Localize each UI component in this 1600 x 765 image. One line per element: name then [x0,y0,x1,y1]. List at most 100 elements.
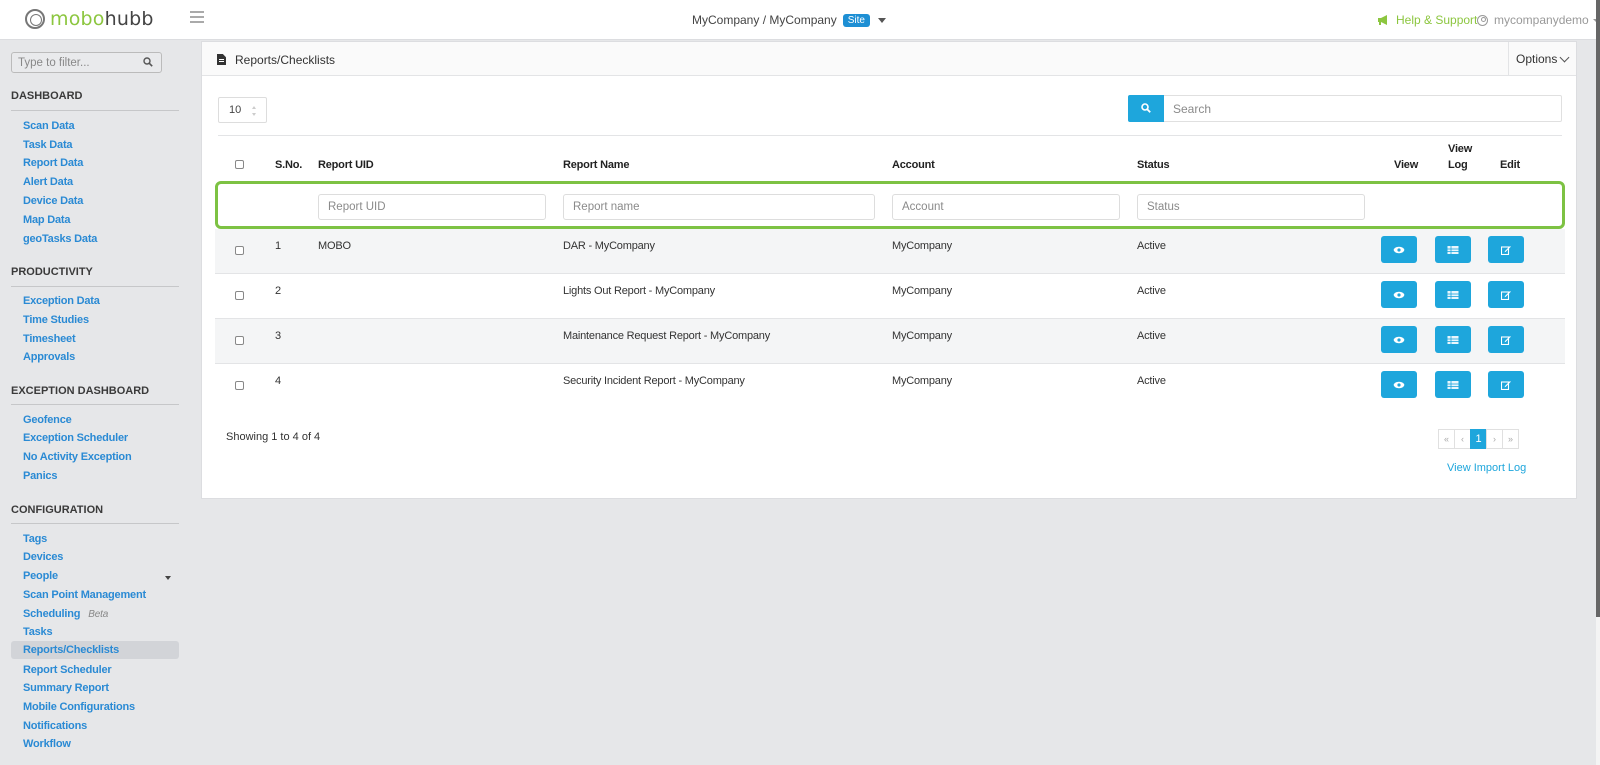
report-name-filter[interactable] [563,194,875,220]
view-log-button[interactable] [1435,236,1471,263]
pagination-next[interactable]: › [1486,429,1503,449]
logo[interactable]: mobo hubb [25,8,154,30]
sidebar-item-scan-data[interactable]: Scan Data [23,120,75,132]
page-length-select[interactable]: 10 [218,97,267,123]
sidebar-item-geofence[interactable]: Geofence [23,414,72,426]
view-button[interactable] [1381,236,1417,263]
cell-sno: 4 [275,375,281,387]
options-dropdown[interactable]: Options [1508,42,1576,75]
report-uid-filter[interactable] [318,194,546,220]
sidebar-item-alert-data[interactable]: Alert Data [23,176,73,188]
cell-report-name: Maintenance Request Report - MyCompany [563,330,771,342]
sidebar-item-scheduling[interactable]: Scheduling Beta [23,608,108,620]
sidebar-item-tags[interactable]: Tags [23,533,47,545]
sidebar-item-reports-checklists[interactable]: Reports/Checklists [11,641,179,659]
sidebar-filter[interactable] [11,52,162,73]
sidebar-item-report-data[interactable]: Report Data [23,157,83,169]
column-header-view: View [1394,159,1419,171]
view-log-button[interactable] [1435,371,1471,398]
select-all-checkbox[interactable] [235,160,244,169]
edit-button[interactable] [1488,371,1524,398]
sidebar-item-devices[interactable]: Devices [23,551,63,563]
account-switcher[interactable]: MyCompany / MyCompany Site [692,13,886,27]
row-checkbox[interactable] [235,246,244,255]
cell-report-name: DAR - MyCompany [563,240,655,252]
search-icon [1141,103,1151,113]
sidebar-item-approvals[interactable]: Approvals [23,351,75,363]
user-menu[interactable]: mycompanydemo [1477,13,1599,27]
panel-header: Reports/Checklists Options [202,42,1576,76]
eye-icon [1393,246,1405,253]
sidebar-item-exception-scheduler[interactable]: Exception Scheduler [23,432,128,444]
sidebar-item-people[interactable]: People [23,570,58,582]
sidebar-item-timesheet[interactable]: Timesheet [23,333,76,345]
caret-down-icon [877,17,886,23]
sidebar-item-time-studies[interactable]: Time Studies [23,314,89,326]
site-badge: Site [842,13,870,27]
cell-report-name: Lights Out Report - MyCompany [563,285,715,297]
cell-status: Active [1137,285,1166,297]
view-log-button[interactable] [1435,326,1471,353]
sidebar-item-geotasks-data[interactable]: geoTasks Data [23,233,97,245]
pagination-prev[interactable]: ‹ [1454,429,1471,449]
chevron-down-icon [1559,52,1570,63]
help-support-link[interactable]: Help & Support [1377,13,1477,27]
view-import-log-link[interactable]: View Import Log [1447,462,1526,474]
cell-sno: 2 [275,285,281,297]
column-header-report-uid[interactable]: Report UID [318,159,374,171]
row-checkbox[interactable] [235,336,244,345]
scrollbar-thumb[interactable] [1596,0,1600,617]
menu-toggle-icon[interactable] [190,11,204,25]
sidebar-item-notifications[interactable]: Notifications [23,720,87,732]
cell-account: MyCompany [892,285,952,297]
sidebar-item-tasks[interactable]: Tasks [23,626,53,638]
sidebar-item-scan-point-management[interactable]: Scan Point Management [23,589,146,601]
sidebar-item-exception-data[interactable]: Exception Data [23,295,100,307]
sidebar-item-task-data[interactable]: Task Data [23,139,73,151]
sidebar-item-summary-report[interactable]: Summary Report [23,682,109,694]
edit-button[interactable] [1488,326,1524,353]
view-button[interactable] [1381,371,1417,398]
column-header-report-name[interactable]: Report Name [563,159,629,171]
sidebar-item-workflow[interactable]: Workflow [23,738,71,750]
divider [11,404,179,405]
expand-caret-icon[interactable] [165,576,171,580]
view-button[interactable] [1381,326,1417,353]
beta-badge: Beta [88,609,109,620]
column-header-status[interactable]: Status [1137,159,1170,171]
sidebar-filter-input[interactable] [12,53,132,72]
sidebar-item-device-data[interactable]: Device Data [23,195,83,207]
column-header-sno[interactable]: S.No. [275,159,302,171]
search-input[interactable] [1164,95,1562,122]
view-log-button[interactable] [1435,281,1471,308]
table-info: Showing 1 to 4 of 4 [226,431,321,443]
edit-button[interactable] [1488,281,1524,308]
table-icon [1447,335,1459,344]
row-checkbox[interactable] [235,381,244,390]
sidebar-item-no-activity-exception[interactable]: No Activity Exception [23,451,132,463]
eye-icon [1393,336,1405,343]
sidebar-item-map-data[interactable]: Map Data [23,214,71,226]
column-header-account[interactable]: Account [892,159,935,171]
account-filter[interactable] [892,194,1120,220]
sidebar-item-report-scheduler[interactable]: Report Scheduler [23,664,112,676]
view-button[interactable] [1381,281,1417,308]
pagination-last[interactable]: » [1502,429,1519,449]
edit-icon [1501,380,1511,390]
row-checkbox[interactable] [235,291,244,300]
search-button[interactable] [1128,95,1164,122]
sidebar-item-panics[interactable]: Panics [23,470,57,482]
cell-status: Active [1137,240,1166,252]
edit-button[interactable] [1488,236,1524,263]
cell-sno: 1 [275,240,281,252]
table-row: 1 MOBO DAR - MyCompany MyCompany Active [215,229,1565,274]
account-breadcrumb: MyCompany / MyCompany [692,13,837,27]
search-icon [143,57,153,67]
column-header-edit: Edit [1500,159,1520,171]
sidebar-item-label: Scheduling [23,608,81,620]
cell-status: Active [1137,375,1166,387]
status-filter[interactable] [1137,194,1365,220]
sidebar-item-mobile-configurations[interactable]: Mobile Configurations [23,701,135,713]
pagination-first[interactable]: « [1438,429,1455,449]
pagination-page-current[interactable]: 1 [1470,429,1487,449]
